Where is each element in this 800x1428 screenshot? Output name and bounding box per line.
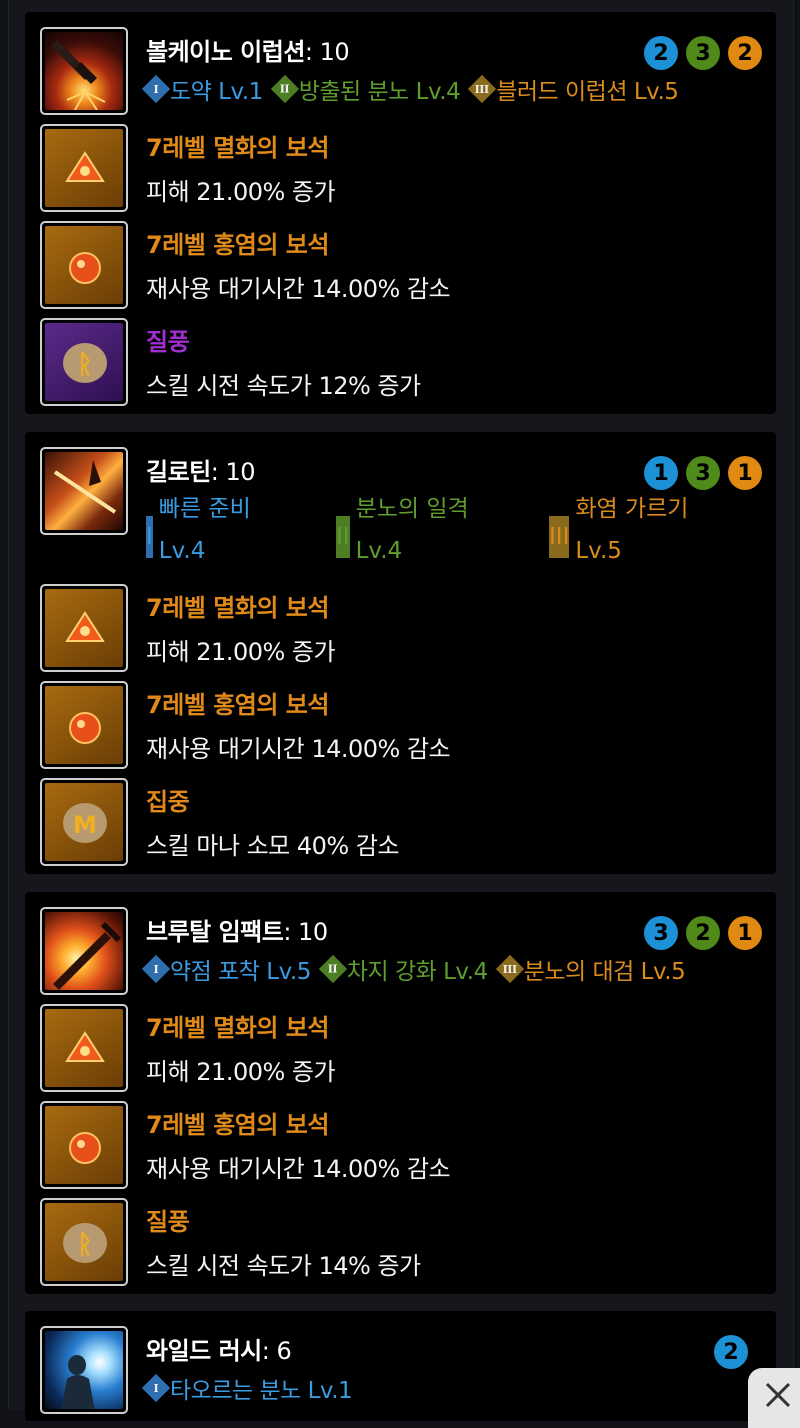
tripod-badge-1: 2 [714,1335,748,1369]
tripod-3: III 분노의 대검 Lv.5 [495,952,686,986]
tripod-3: III 블러드 이럽션 Lv.5 [468,72,679,106]
skill-card-brutal-impact: 브루탈 임팩트: 10 3 2 1 I 약점 포착 Lv.5 II 차지 강화 Lv… [25,892,776,1294]
tripod-badge-2: 3 [686,36,720,70]
skill-icon-brutal-impact [40,907,128,995]
tripod-2: II 차지 강화 Lv.4 [318,952,488,986]
focus-rune-icon: M [40,778,128,866]
tripod-1: I 타오르는 분노 Lv.1 [141,1371,353,1405]
rune-desc: 스킬 시전 속도가 12% 증가 [146,372,421,400]
tripod-badge-3: 1 [728,916,762,950]
annihilation-gem-icon [40,584,128,672]
gale-rune-icon: ᚱ [40,1198,128,1286]
tripod-badges: 3 2 1 [644,916,762,950]
rune-glyph: M [73,811,97,839]
annihilation-gem-icon [40,124,128,212]
gem-desc: 재사용 대기시간 14.00% 감소 [146,275,451,303]
close-icon [765,1382,791,1408]
tripod-list: I 타오르는 분노 Lv.1 [141,1371,353,1405]
skill-card-volcano-eruption: 볼케이노 이럽션: 10 2 3 2 I 도약 Lv.1 II 방출된 분노 Lv.… [25,12,776,414]
tier2-diamond-icon: II [270,74,299,104]
tripod-2: II 방출된 분노 Lv.4 [270,72,461,106]
gem-row: 7레벨 홍염의 보석 재사용 대기시간 14.00% 감소 [25,681,776,777]
tripod-1: I 약점 포착 Lv.5 [141,952,311,986]
tripod-badge-2: 3 [686,456,720,490]
rune-title: 질풍 [146,1208,190,1236]
tripod-list: I 약점 포착 Lv.5 II 차지 강화 Lv.4 III 분노의 대검 Lv.5 [141,952,686,986]
gem-title: 7레벨 홍염의 보석 [146,231,329,259]
skill-name: 볼케이노 이럽션: 10 [146,38,350,66]
tripod-badge-1: 2 [644,36,678,70]
gem-desc: 피해 21.00% 증가 [146,178,336,206]
skill-card-wild-rush: 와일드 러시: 6 2 I 타오르는 분노 Lv.1 [25,1311,776,1421]
tier1-diamond-icon: I [146,516,153,558]
gem-row: 7레벨 멸화의 보석 피해 21.00% 증가 [25,1004,776,1100]
tier3-diamond-icon: III [495,954,524,984]
rune-row: ᚱ 질풍 스킬 시전 속도가 14% 증가 [25,1198,776,1294]
tripod-badge-3: 1 [728,456,762,490]
rune-desc: 스킬 시전 속도가 14% 증가 [146,1252,421,1280]
tripod-badges: 2 [714,1335,748,1369]
tripod-badges: 1 3 1 [644,456,762,490]
rune-desc: 스킬 마나 소모 40% 감소 [146,832,400,860]
tripod-1: I 빠른 준비 Lv.4 [146,496,251,564]
tripod-badge-2: 2 [686,916,720,950]
annihilation-gem-icon [40,1004,128,1092]
rune-row: ᚱ 질풍 스킬 시전 속도가 12% 증가 [25,318,776,414]
crimson-flame-gem-icon [40,221,128,309]
gem-title: 7레벨 멸화의 보석 [146,134,329,162]
gem-row: 7레벨 멸화의 보석 피해 21.00% 증가 [25,124,776,220]
gem-desc: 재사용 대기시간 14.00% 감소 [146,1155,451,1183]
tripod-badge-3: 2 [728,36,762,70]
skill-icon-guillotine [40,447,128,535]
tripod-3: III 화염 가르기 Lv.5 [549,496,689,564]
gem-row: 7레벨 홍염의 보석 재사용 대기시간 14.00% 감소 [25,221,776,317]
skill-name: 길로틴: 10 [146,458,256,486]
gem-title: 7레벨 멸화의 보석 [146,594,329,622]
gem-title: 7레벨 멸화의 보석 [146,1014,329,1042]
gem-title: 7레벨 홍염의 보석 [146,691,329,719]
crimson-flame-gem-icon [40,681,128,769]
rune-row: M 집중 스킬 마나 소모 40% 감소 [25,778,776,874]
skill-name: 브루탈 임팩트: 10 [146,918,328,946]
tripod-badge-1: 3 [644,916,678,950]
tripod-list: I 도약 Lv.1 II 방출된 분노 Lv.4 III 블러드 이럽션 Lv.5 [141,72,679,106]
tier1-diamond-icon: I [141,1373,171,1403]
gem-row: 7레벨 홍염의 보석 재사용 대기시간 14.00% 감소 [25,1101,776,1197]
skill-icon-wild-rush [40,1326,128,1414]
tier1-diamond-icon: I [141,954,171,984]
tripod-1: I 도약 Lv.1 [141,72,263,106]
rune-glyph: ᚱ [77,350,93,380]
tripod-2: II 분노의 일격 Lv.4 [336,496,469,564]
rune-title: 집중 [146,788,190,816]
rune-title: 질풍 [146,328,190,356]
rune-glyph: ᚱ [77,1230,93,1260]
gem-desc: 피해 21.00% 증가 [146,1058,336,1086]
skill-card-guillotine: 길로틴: 10 1 3 1 I 빠른 준비 Lv.4 II 분노의 일격 Lv.4 … [25,432,776,874]
close-button[interactable] [748,1368,800,1428]
gem-row: 7레벨 멸화의 보석 피해 21.00% 증가 [25,584,776,680]
tier3-diamond-icon: III [549,516,570,558]
gem-title: 7레벨 홍염의 보석 [146,1111,329,1139]
skill-name: 와일드 러시: 6 [146,1337,292,1365]
tripod-badge-1: 1 [644,456,678,490]
gale-rune-icon: ᚱ [40,318,128,406]
crimson-flame-gem-icon [40,1101,128,1189]
tier3-diamond-icon: III [468,74,497,104]
tier2-diamond-icon: II [336,516,350,558]
gem-desc: 피해 21.00% 증가 [146,638,336,666]
tier2-diamond-icon: II [318,954,348,984]
gem-desc: 재사용 대기시간 14.00% 감소 [146,735,451,763]
tripod-badges: 2 3 2 [644,36,762,70]
skill-icon-volcano-eruption [40,27,128,115]
tier1-diamond-icon: I [141,74,171,104]
